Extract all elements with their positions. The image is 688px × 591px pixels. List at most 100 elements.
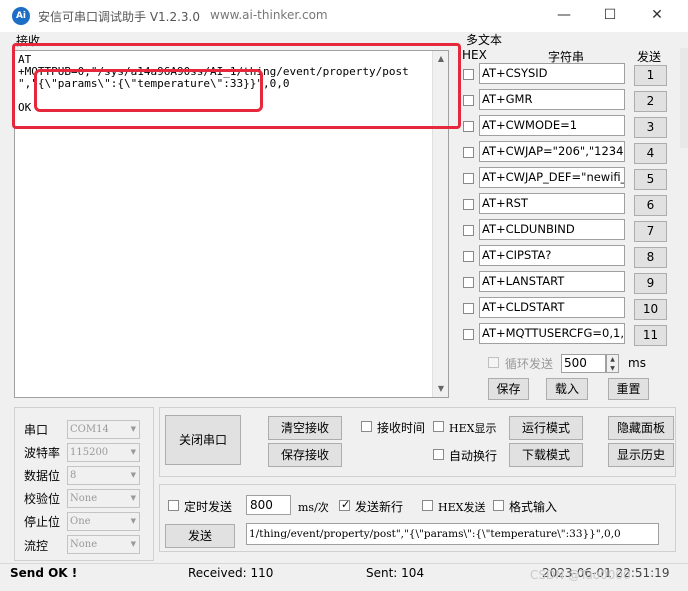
multitext-hex-checkbox[interactable] xyxy=(463,329,474,340)
chevron-down-icon: ▼ xyxy=(130,471,136,479)
stopbits-select[interactable]: One ▼ xyxy=(67,512,140,531)
multitext-string-input[interactable]: AT+RST xyxy=(479,193,625,214)
parity-value: None xyxy=(70,493,98,504)
loop-interval-spinner-icon[interactable]: ▲ ▼ xyxy=(606,354,619,373)
multitext-hex-checkbox[interactable] xyxy=(463,173,474,184)
window-title: 安信可串口调试助手 V1.2.3.0 xyxy=(38,10,201,24)
multitext-send-button[interactable]: 6 xyxy=(634,195,667,216)
multitext-send-button[interactable]: 10 xyxy=(634,299,667,320)
multitext-string-input[interactable]: AT+MQTTUSERCFG=0,1," xyxy=(479,323,625,344)
databits-label: 数据位 xyxy=(24,469,61,483)
reset-multitext-button[interactable]: 重置 xyxy=(608,378,649,400)
watermark: CSDN @Tao0000 xyxy=(530,568,631,582)
receive-time-checkbox[interactable] xyxy=(361,421,372,432)
multitext-send-header: 发送 xyxy=(637,50,662,64)
loop-interval-input[interactable]: 500 xyxy=(561,354,606,373)
hex-display-label: HEX显示 xyxy=(449,422,497,435)
sent-count: Sent: 104 xyxy=(366,566,425,580)
load-multitext-button[interactable]: 载入 xyxy=(546,378,588,400)
baud-select[interactable]: 115200 ▼ xyxy=(67,443,140,462)
multitext-send-button[interactable]: 3 xyxy=(634,117,667,138)
send-interval-unit: ms/次 xyxy=(298,501,329,514)
timed-send-label: 定时发送 xyxy=(184,500,233,514)
multitext-title: 多文本 xyxy=(466,33,503,47)
hex-display-checkbox[interactable] xyxy=(433,421,444,432)
multitext-string-input[interactable]: AT+CWJAP_DEF="newifi_ xyxy=(479,167,625,188)
download-mode-button[interactable]: 下载模式 xyxy=(509,443,583,467)
save-receive-button[interactable]: 保存接收 xyxy=(268,443,342,467)
window-url: www.ai-thinker.com xyxy=(210,8,328,22)
multitext-send-button[interactable]: 4 xyxy=(634,143,667,164)
multitext-send-button[interactable]: 11 xyxy=(634,325,667,346)
multitext-send-button[interactable]: 2 xyxy=(634,91,667,112)
baud-label: 波特率 xyxy=(24,446,61,460)
multitext-string-input[interactable]: AT+CSYSID xyxy=(479,63,625,84)
clear-receive-button[interactable]: 清空接收 xyxy=(268,416,342,440)
auto-newline-checkbox[interactable] xyxy=(433,449,444,460)
multitext-send-button[interactable]: 1 xyxy=(634,65,667,86)
multitext-hex-checkbox[interactable] xyxy=(463,225,474,236)
multitext-send-button[interactable]: 5 xyxy=(634,169,667,190)
hide-panel-button[interactable]: 隐藏面板 xyxy=(608,416,674,440)
send-ok-status: Send OK ! xyxy=(10,566,78,580)
hex-send-label: HEX发送 xyxy=(438,501,486,514)
scroll-down-icon[interactable]: ▼ xyxy=(433,381,449,397)
loop-ms-unit: ms xyxy=(628,356,646,370)
multitext-hex-checkbox[interactable] xyxy=(463,251,474,262)
baud-value: 115200 xyxy=(70,447,109,458)
chevron-down-icon: ▼ xyxy=(130,448,136,456)
multitext-hex-checkbox[interactable] xyxy=(463,199,474,210)
stopbits-value: One xyxy=(70,516,91,527)
run-mode-button[interactable]: 运行模式 xyxy=(509,416,583,440)
maximize-button[interactable]: ☐ xyxy=(587,0,633,32)
stopbits-label: 停止位 xyxy=(24,515,61,529)
chevron-down-icon: ▼ xyxy=(130,494,136,502)
send-interval-input[interactable]: 800 xyxy=(246,495,291,515)
multitext-string-input[interactable]: AT+LANSTART xyxy=(479,271,625,292)
multitext-string-input[interactable]: AT+CLDUNBIND xyxy=(479,219,625,240)
send-content-input[interactable]: 1/thing/event/property/post","{\"params\… xyxy=(246,523,659,545)
port-value: COM14 xyxy=(70,424,109,435)
parity-label: 校验位 xyxy=(24,492,61,506)
port-select[interactable]: COM14 ▼ xyxy=(67,420,140,439)
chevron-down-icon: ▼ xyxy=(130,540,136,548)
send-button[interactable]: 发送 xyxy=(165,524,235,548)
multitext-hex-checkbox[interactable] xyxy=(463,303,474,314)
hex-send-checkbox[interactable] xyxy=(422,500,433,511)
multitext-send-button[interactable]: 9 xyxy=(634,273,667,294)
show-history-button[interactable]: 显示历史 xyxy=(608,443,674,467)
multitext-string-input[interactable]: AT+CIPSTA? xyxy=(479,245,625,266)
minimize-button[interactable]: — xyxy=(541,0,587,32)
multitext-hex-checkbox[interactable] xyxy=(463,121,474,132)
chevron-down-icon: ▼ xyxy=(130,517,136,525)
chevron-down-icon: ▼ xyxy=(130,425,136,433)
save-multitext-button[interactable]: 保存 xyxy=(488,378,529,400)
format-input-checkbox[interactable] xyxy=(493,500,504,511)
multitext-hex-checkbox[interactable] xyxy=(463,95,474,106)
multitext-string-input[interactable]: AT+GMR xyxy=(479,89,625,110)
multitext-send-button[interactable]: 7 xyxy=(634,221,667,242)
app-logo-icon: Ai xyxy=(12,7,30,25)
multitext-string-input[interactable]: AT+CLDSTART xyxy=(479,297,625,318)
receive-time-label: 接收时间 xyxy=(377,421,426,435)
databits-select[interactable]: 8 ▼ xyxy=(67,466,140,485)
timed-send-checkbox[interactable] xyxy=(168,500,179,511)
loop-send-label: 循环发送 xyxy=(505,357,554,371)
multitext-string-input[interactable]: AT+CWJAP="206","123456 xyxy=(479,141,625,162)
send-newline-checkbox[interactable] xyxy=(339,498,350,511)
loop-send-checkbox[interactable] xyxy=(488,357,499,368)
format-input-label: 格式输入 xyxy=(509,500,558,514)
port-label: 串口 xyxy=(24,423,49,437)
title-bar: Ai 安信可串口调试助手 V1.2.3.0 www.ai-thinker.com… xyxy=(0,0,688,32)
multitext-hex-checkbox[interactable] xyxy=(463,277,474,288)
flow-select[interactable]: None ▼ xyxy=(67,535,140,554)
multitext-send-button[interactable]: 8 xyxy=(634,247,667,268)
multitext-hex-checkbox[interactable] xyxy=(463,69,474,80)
close-window-button[interactable]: ✕ xyxy=(634,0,680,32)
flow-label: 流控 xyxy=(24,539,49,553)
multitext-string-input[interactable]: AT+CWMODE=1 xyxy=(479,115,625,136)
multitext-hex-checkbox[interactable] xyxy=(463,147,474,158)
close-port-button[interactable]: 关闭串口 xyxy=(165,415,241,465)
parity-select[interactable]: None ▼ xyxy=(67,489,140,508)
panel-edge-scrollbar xyxy=(680,48,688,148)
